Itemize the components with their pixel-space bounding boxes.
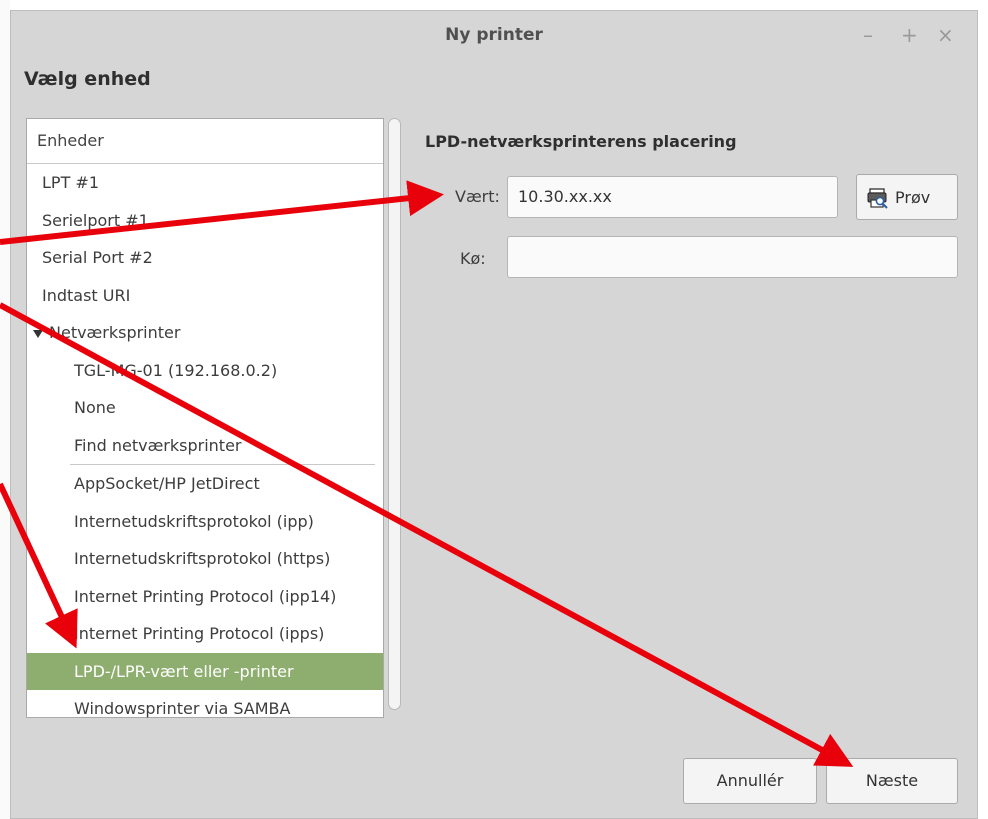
list-item[interactable]: Find netværksprinter (27, 427, 383, 465)
minimize-icon[interactable]: – (863, 23, 873, 47)
list-item[interactable]: Serial Port #2 (27, 239, 383, 277)
cancel-button[interactable]: Annullér (683, 758, 817, 804)
list-item[interactable]: Internetudskriftsprotokol (https) (27, 540, 383, 578)
maximize-icon[interactable]: + (901, 23, 918, 47)
host-input[interactable]: 10.30.xx.xx (507, 176, 838, 218)
probe-button[interactable]: Prøv (856, 174, 958, 220)
list-item[interactable]: Windowsprinter via SAMBA (27, 690, 383, 728)
close-icon[interactable]: × (937, 23, 954, 47)
queue-input[interactable] (507, 236, 958, 278)
devices-column-header[interactable]: Enheder (27, 119, 383, 164)
lpd-section-title: LPD-netværksprinterens placering (425, 132, 737, 151)
device-list: LPT #1 Serielport #1 Serial Port #2 Indt… (27, 164, 383, 728)
page-title: Vælg enhed (24, 68, 151, 90)
list-item-network-printer[interactable]: Netværksprinter (27, 314, 383, 352)
expander-down-icon[interactable] (33, 329, 43, 338)
window-title: Ny printer (445, 25, 543, 45)
list-item[interactable]: Internet Printing Protocol (ipp14) (27, 578, 383, 616)
probe-button-label: Prøv (895, 188, 931, 207)
list-item-label: Netværksprinter (49, 323, 181, 342)
device-list-panel: Enheder LPT #1 Serielport #1 Serial Port… (26, 118, 384, 718)
queue-label: Kø: (460, 249, 486, 268)
list-item[interactable]: Serielport #1 (27, 202, 383, 240)
background-strip (0, 0, 10, 819)
list-item[interactable]: None (27, 389, 383, 427)
list-item-selected[interactable]: LPD-/LPR-vært eller -printer (27, 652, 383, 690)
list-item[interactable]: LPT #1 (27, 164, 383, 202)
device-list-scrollbar[interactable] (388, 118, 401, 710)
list-item[interactable]: Indtast URI (27, 277, 383, 315)
list-item[interactable]: AppSocket/HP JetDirect (27, 465, 383, 503)
list-item[interactable]: Internetudskriftsprotokol (ipp) (27, 503, 383, 541)
host-label: Vært: (455, 187, 500, 206)
title-bar: Ny printer – + × (11, 11, 977, 63)
list-item[interactable]: Internet Printing Protocol (ipps) (27, 615, 383, 653)
list-item[interactable]: TGL-MG-01 (192.168.0.2) (27, 352, 383, 390)
next-button[interactable]: Næste (826, 758, 958, 804)
printer-preview-icon (867, 187, 889, 213)
